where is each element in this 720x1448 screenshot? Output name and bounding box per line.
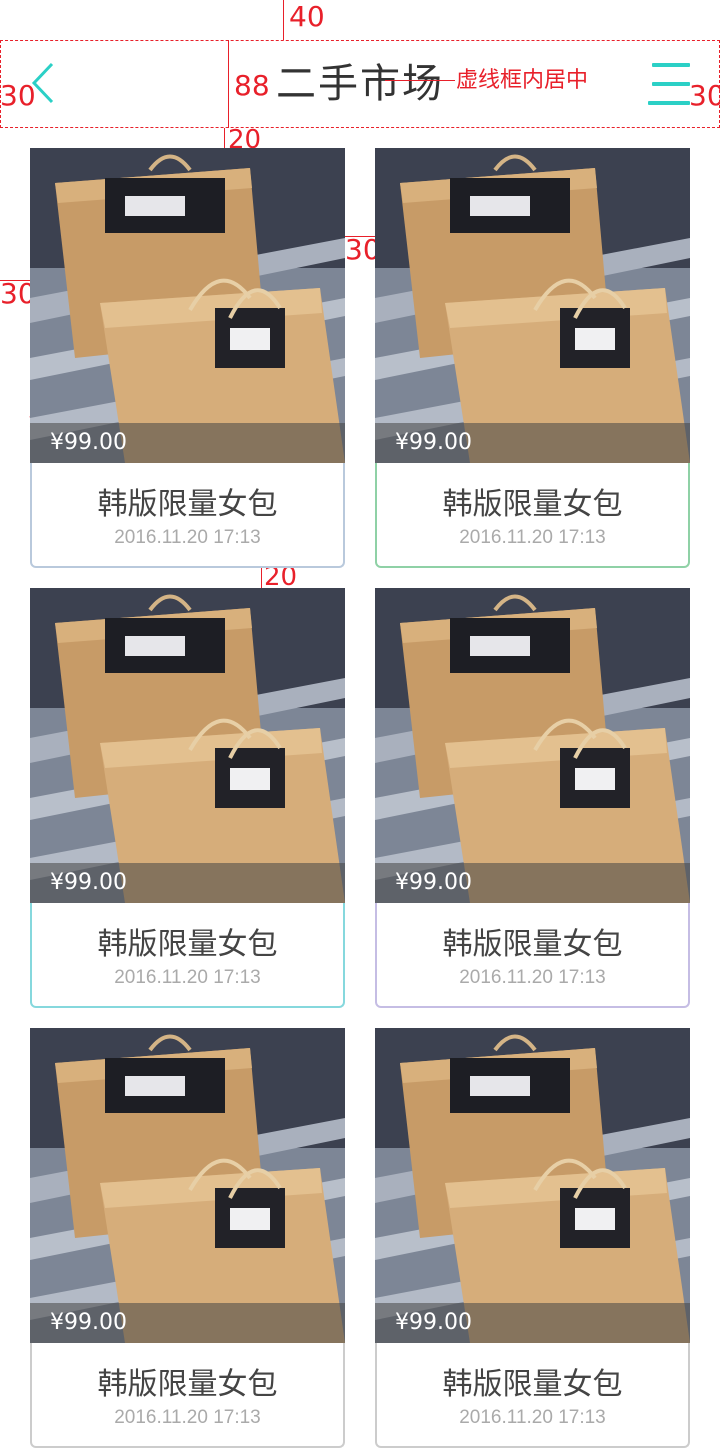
product-name: 韩版限量女包 (442, 1367, 623, 1402)
product-info: 韩版限量女包 2016.11.20 17:13 (375, 463, 690, 568)
product-name: 韩版限量女包 (97, 927, 278, 962)
product-image (30, 1028, 345, 1343)
menu-icon-line (652, 82, 690, 86)
product-time: 2016.11.20 17:13 (459, 967, 606, 988)
product-info: 韩版限量女包 2016.11.20 17:13 (375, 903, 690, 1008)
product-price: ¥99.00 (30, 1303, 345, 1343)
product-card[interactable]: ¥99.00 韩版限量女包 2016.11.20 17:13 (30, 588, 345, 1008)
product-name: 韩版限量女包 (442, 927, 623, 962)
product-price: ¥99.00 (375, 1303, 690, 1343)
page-title: 二手市场 (276, 61, 444, 107)
product-price: ¥99.00 (375, 423, 690, 463)
annotation-line (261, 568, 262, 588)
product-name: 韩版限量女包 (97, 487, 278, 522)
header-bar: 二手市场 (0, 40, 720, 128)
product-info: 韩版限量女包 2016.11.20 17:13 (375, 1343, 690, 1448)
product-info: 韩版限量女包 2016.11.20 17:13 (30, 903, 345, 1008)
product-time: 2016.11.20 17:13 (114, 967, 261, 988)
menu-icon-line (648, 101, 690, 105)
product-time: 2016.11.20 17:13 (459, 1407, 606, 1428)
product-name: 韩版限量女包 (97, 1367, 278, 1402)
annotation-right-margin: 30 (689, 79, 720, 112)
product-time: 2016.11.20 17:13 (114, 1407, 261, 1428)
product-time: 2016.11.20 17:13 (114, 527, 261, 548)
annotation-top-margin: 40 (289, 0, 325, 33)
product-image (375, 148, 690, 463)
product-card[interactable]: ¥99.00 韩版限量女包 2016.11.20 17:13 (30, 148, 345, 568)
product-card[interactable]: ¥99.00 韩版限量女包 2016.11.20 17:13 (375, 148, 690, 568)
product-info: 韩版限量女包 2016.11.20 17:13 (30, 463, 345, 568)
annotation-header-height: 88 (234, 69, 270, 102)
product-image (375, 1028, 690, 1343)
menu-icon-line (652, 63, 690, 67)
annotation-line (228, 40, 229, 128)
annotation-left-margin: 30 (0, 79, 36, 112)
product-image (375, 588, 690, 903)
product-price: ¥99.00 (30, 863, 345, 903)
product-card[interactable]: ¥99.00 韩版限量女包 2016.11.20 17:13 (30, 1028, 345, 1448)
annotation-line (224, 128, 225, 148)
product-card[interactable]: ¥99.00 韩版限量女包 2016.11.20 17:13 (375, 588, 690, 1008)
product-card[interactable]: ¥99.00 韩版限量女包 2016.11.20 17:13 (375, 1028, 690, 1448)
product-time: 2016.11.20 17:13 (459, 527, 606, 548)
menu-button[interactable] (648, 61, 690, 107)
product-price: ¥99.00 (375, 863, 690, 903)
product-info: 韩版限量女包 2016.11.20 17:13 (30, 1343, 345, 1448)
annotation-line (283, 0, 284, 40)
product-name: 韩版限量女包 (442, 487, 623, 522)
product-image (30, 588, 345, 903)
annotation-line (385, 80, 455, 81)
product-price: ¥99.00 (30, 423, 345, 463)
product-image (30, 148, 345, 463)
annotation-title-note: 虚线框内居中 (456, 68, 589, 93)
